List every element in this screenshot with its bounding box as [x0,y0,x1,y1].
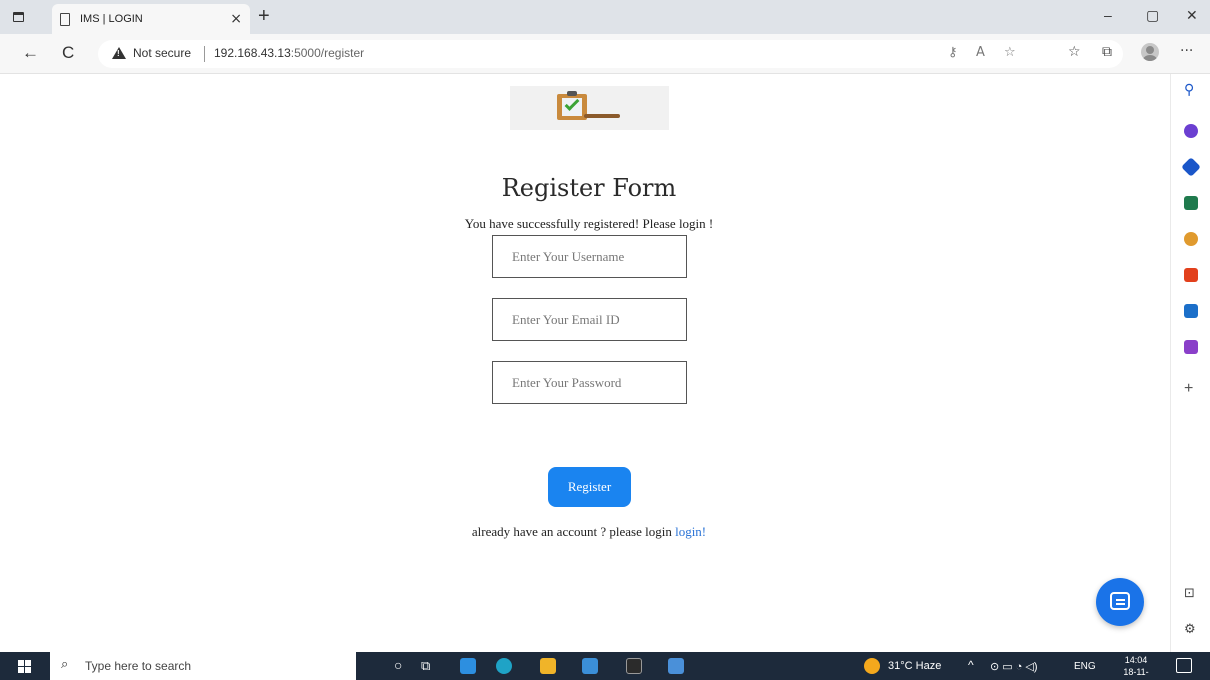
favorites-icon[interactable]: ☆ [1068,44,1081,60]
office-icon[interactable] [1184,268,1198,282]
tab-close-icon[interactable]: × [230,11,242,27]
browser-sidebar: ⚲ + ⊡ ⚙ [1170,74,1210,652]
not-secure-label[interactable]: Not secure [133,46,191,60]
cortana-icon[interactable]: ○ [394,657,402,673]
tray-system-icons[interactable]: ⊙ ▭ ◔ ◁) [990,660,1038,673]
key-icon[interactable]: ⚷ [948,45,958,60]
clipboard-clip [567,91,577,96]
minimize-button[interactable]: – [1104,7,1112,23]
chat-button[interactable] [1096,578,1144,626]
discover-icon[interactable] [1184,124,1198,138]
taskbar-clock[interactable]: 14:04 18-11-2022 [1114,654,1158,680]
refresh-button[interactable]: C [62,43,74,63]
success-message: You have successfully registered! Please… [464,216,714,231]
games-icon[interactable] [1184,232,1198,246]
terminal-icon[interactable] [626,658,642,674]
file-explorer-icon[interactable] [540,658,556,674]
notification-center-icon[interactable] [1176,658,1192,673]
favorite-add-icon[interactable]: ☆ [1004,45,1016,60]
weather-text[interactable]: 31°C Haze [888,660,941,672]
windows-taskbar: ⌕ Type here to search ○ ⧉ 31°C Haze ^ ⊙ … [0,652,1210,680]
shopping-tag-icon[interactable] [1181,157,1201,177]
drop-icon[interactable] [1184,340,1198,354]
read-aloud-icon[interactable]: A [976,45,985,60]
password-input[interactable] [492,361,687,404]
tab-title: IMS | LOGIN [80,13,143,25]
language-indicator[interactable]: ENG [1074,661,1096,672]
more-menu-icon[interactable]: ··· [1180,43,1193,59]
pen-icon [584,114,620,118]
title-bar: IMS | LOGIN × + – ▢ ✕ [0,0,1210,34]
taskbar-search-box[interactable]: ⌕ Type here to search [50,652,356,680]
split-screen-icon[interactable]: ⊡ [1184,586,1195,601]
clock-date: 18-11-2022 [1123,667,1149,680]
search-icon[interactable]: ⚲ [1184,82,1194,98]
settings-gear-icon[interactable]: ⚙ [1184,622,1196,637]
register-button[interactable]: Register [548,467,631,507]
restore-button[interactable]: ▢ [1146,7,1159,24]
login-link[interactable]: login! [675,524,706,539]
windows-start-icon[interactable] [18,660,31,673]
tools-icon[interactable] [1184,196,1198,210]
email-input[interactable] [492,298,687,341]
address-bar[interactable]: Not secure 192.168.43.13:5000/register ⚷… [98,40,1123,68]
tab-ims-login[interactable]: IMS | LOGIN × [52,4,250,34]
add-sidebar-app-icon[interactable]: + [1184,380,1193,398]
close-window-button[interactable]: ✕ [1186,7,1198,24]
back-button[interactable]: ← [22,43,39,63]
tray-chevron-icon[interactable]: ^ [968,658,974,672]
warning-icon[interactable] [112,47,126,59]
url-host: 192.168.43.13 [214,46,291,60]
page-content: Register Form You have successfully regi… [0,74,1170,652]
tab-actions-icon[interactable] [6,6,30,28]
edge-icon[interactable] [496,658,512,674]
page-icon [60,12,70,26]
username-input[interactable] [492,235,687,278]
page-title: Register Form [501,174,677,202]
login-prompt: already have an account ? please login l… [0,524,1178,540]
clock-time: 14:04 [1124,655,1148,665]
new-tab-button[interactable]: + [258,6,270,26]
logo-image [510,86,669,130]
outlook-icon[interactable] [1184,304,1198,318]
store-icon[interactable] [582,658,598,674]
app-icon[interactable] [668,658,684,674]
navigation-bar: ← C Not secure 192.168.43.13:5000/regist… [0,34,1210,74]
profile-avatar[interactable] [1141,43,1159,61]
url-text[interactable]: 192.168.43.13:5000/register [214,46,364,60]
search-magnifier-icon: ⌕ [61,657,69,672]
chat-icon [1110,592,1130,610]
weather-icon[interactable] [864,658,880,674]
divider [204,46,205,62]
login-prompt-text: already have an account ? please login [471,524,672,539]
collections-icon[interactable]: ⧉ [1102,44,1112,60]
url-path: :5000/register [290,46,365,60]
mail-icon[interactable] [460,658,476,674]
taskbar-search-placeholder: Type here to search [85,659,192,673]
task-view-icon[interactable]: ⧉ [421,658,430,674]
